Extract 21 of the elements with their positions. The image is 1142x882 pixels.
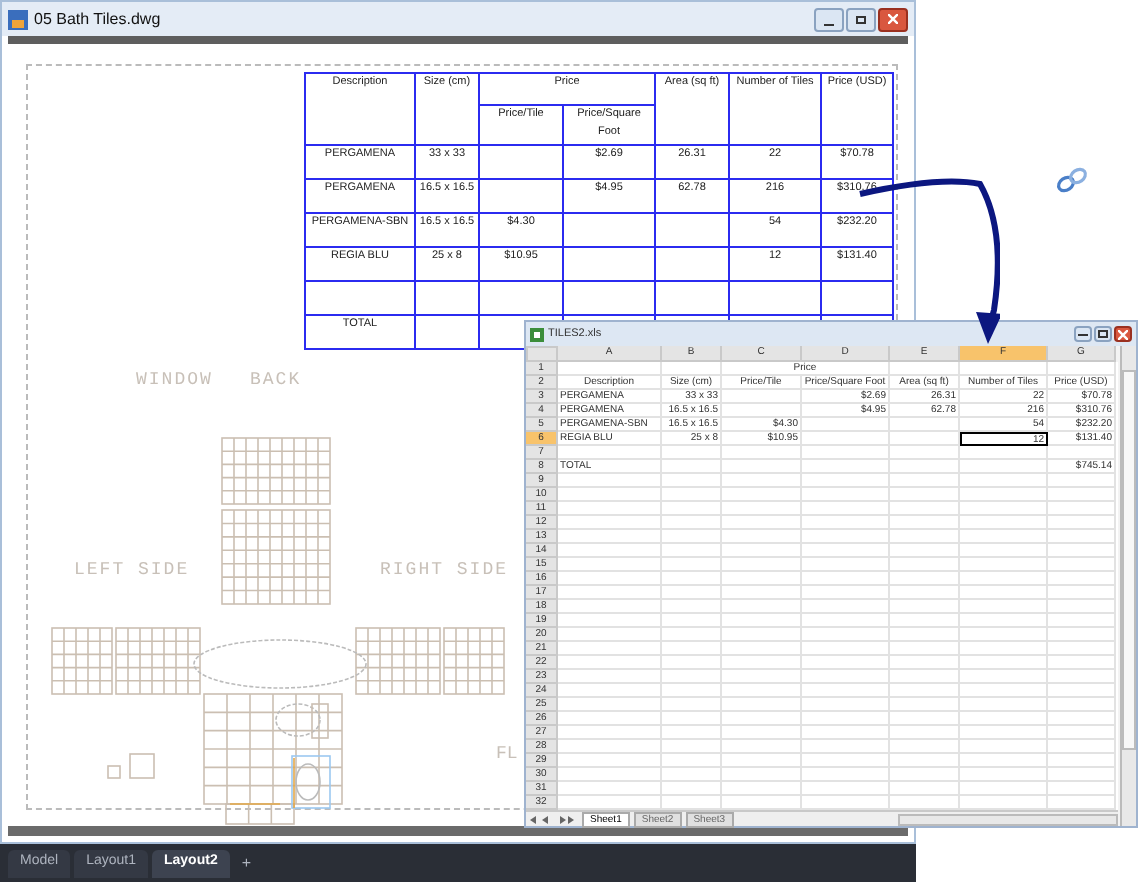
drawing-label: BACK xyxy=(250,368,302,394)
maximize-button[interactable] xyxy=(1094,326,1112,342)
drawing-label: FL xyxy=(496,742,518,768)
close-button[interactable] xyxy=(1114,326,1132,342)
drawing-label: WINDOW xyxy=(136,368,213,394)
close-icon xyxy=(888,14,898,24)
chain-link-icon xyxy=(1056,166,1088,194)
window-title: 05 Bath Tiles.dwg xyxy=(34,7,161,31)
spreadsheet-file-icon xyxy=(530,327,544,341)
maximize-button[interactable] xyxy=(846,7,876,31)
close-icon xyxy=(1118,329,1128,339)
horizontal-scrollbar[interactable] xyxy=(897,813,1118,825)
minimize-button[interactable] xyxy=(814,7,844,31)
drawing-label: RIGHT SIDE xyxy=(380,558,509,584)
drawing-file-icon xyxy=(8,9,28,29)
sheet-nav-icon[interactable] xyxy=(530,815,574,823)
vertical-scrollbar[interactable] xyxy=(1120,346,1136,826)
close-button[interactable] xyxy=(878,7,908,31)
drawing-label: LEFT SIDE xyxy=(74,558,190,584)
add-tab-button[interactable]: + xyxy=(233,851,260,875)
minimize-button[interactable] xyxy=(1074,326,1092,342)
